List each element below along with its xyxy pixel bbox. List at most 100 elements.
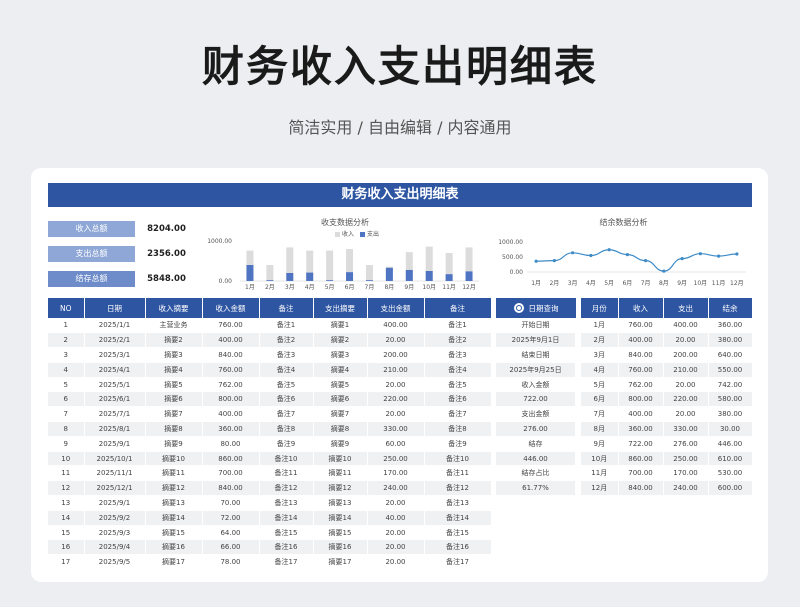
table-cell: 2025/11/1	[84, 465, 146, 482]
table-cell: 备注13	[259, 495, 314, 511]
table-cell: 2025/9/5	[84, 554, 146, 571]
table-cell: 2025/7/1	[84, 406, 146, 423]
table-cell: 20.00	[367, 554, 425, 571]
summary-label: 收入总额	[48, 221, 135, 237]
table-cell: 摘要9	[145, 436, 203, 452]
query-cell: 开始日期	[496, 318, 576, 334]
table-row: 2月 400.00 20.00 380.00	[581, 332, 753, 349]
balance-point	[552, 259, 556, 263]
expense-bar	[445, 274, 453, 281]
table-cell: 摘要17	[313, 554, 368, 571]
table-cell: 备注10	[259, 451, 314, 467]
balance-point	[589, 253, 593, 258]
table-cell: 摘要15	[313, 525, 368, 541]
table-cell: 400.00	[367, 318, 425, 334]
table-cell: 13	[48, 495, 85, 511]
table-row: 15 2025/9/3 摘要15 64.00 备注15 摘要15 20.00 备注15	[48, 525, 492, 541]
table-cell: 12月	[581, 480, 619, 497]
sheet-banner: 财务收入支出明细表	[48, 183, 752, 207]
table-cell: 20.00	[367, 332, 425, 349]
table-cell: 2025/2/1	[84, 332, 146, 349]
line-x-tick-label: 9月	[677, 280, 687, 287]
page-title: 财务收入支出明细表	[201, 42, 598, 91]
table-cell: 备注6	[424, 391, 492, 408]
table-cell: 2025/5/1	[84, 377, 146, 393]
table-cell: 170.00	[663, 465, 709, 482]
bar-x-tick-label: 3月	[285, 284, 295, 290]
table-cell: 6月	[581, 391, 619, 408]
bar-x-tick-label: 5月	[325, 284, 335, 290]
table-row: 10 2025/10/1 摘要10 860.00 备注10 摘要10 250.00 备注10	[48, 451, 492, 467]
line-x-tick-label: 12月	[730, 280, 744, 287]
table-cell: 摘要7	[145, 406, 203, 423]
summary-balance: 结存总额 5848.00	[48, 270, 198, 288]
expense-bar	[346, 272, 354, 281]
table-row: 5月 762.00 20.00 742.00	[581, 377, 753, 393]
bar-x-tick-label: 4月	[305, 284, 315, 290]
detail-header-cell: 收入金额	[202, 298, 260, 318]
table-row: 9月 722.00 276.00 446.00	[581, 436, 753, 452]
date-query-title: 日期查询	[528, 303, 559, 313]
line-x-tick-label: 7月	[641, 280, 651, 287]
table-cell: 摘要3	[145, 347, 203, 363]
expense-bar	[385, 267, 393, 281]
query-cell: 2025年9月25日	[496, 362, 576, 378]
table-cell: 摘要5	[313, 377, 368, 393]
line-x-tick-label: 11月	[712, 280, 726, 287]
table-row: 10月 860.00 250.00 610.00	[581, 451, 753, 467]
query-row: 722.00	[496, 391, 576, 408]
summary-income: 收入总额 8204.00	[48, 220, 198, 238]
table-cell: 860.00	[202, 451, 260, 467]
table-cell: 摘要17	[145, 554, 203, 571]
table-cell: 备注11	[259, 465, 314, 482]
table-cell: 840.00	[202, 347, 260, 363]
table-row: 4月 760.00 210.00 550.00	[581, 362, 753, 378]
table-cell: 762.00	[618, 377, 664, 393]
table-cell: 摘要2	[313, 332, 368, 349]
detail-header-cell: 支出摘要	[313, 298, 368, 318]
table-cell: 摘要7	[313, 406, 368, 423]
balance-point	[735, 252, 739, 256]
table-row: 16 2025/9/4 摘要16 66.00 备注16 摘要16 20.00 备注16	[48, 539, 492, 556]
table-cell: 760.00	[202, 318, 260, 334]
table-cell: 2	[48, 332, 85, 349]
table-cell: 760.00	[202, 362, 260, 378]
table-cell: 2025/1/1	[84, 318, 146, 334]
table-cell: 备注7	[259, 406, 314, 423]
table-cell: 备注11	[424, 465, 492, 482]
table-cell: 摘要13	[313, 495, 368, 511]
line-x-tick-label: 8月	[659, 280, 669, 287]
expense-bar	[365, 280, 373, 281]
table-cell: 400.00	[202, 406, 260, 423]
table-cell: 200.00	[663, 347, 709, 363]
expense-bar	[465, 271, 473, 281]
line-y-tick-label: 500.00	[502, 254, 523, 261]
table-cell: 20.00	[367, 377, 425, 393]
table-cell: 摘要3	[313, 347, 368, 363]
query-row: 2025年9月1日	[496, 332, 576, 349]
table-cell: 400.00	[663, 318, 709, 334]
summary-panel: 收入总额 8204.00 支出总额 2356.00 结存总额 5848.00	[48, 220, 198, 295]
table-cell: 72.00	[202, 510, 260, 526]
table-row: 6 2025/6/1 摘要6 800.00 备注6 摘要6 220.00 备注6	[48, 391, 492, 408]
table-cell: 1月	[581, 318, 619, 334]
bar-x-tick-label: 1月	[245, 284, 255, 290]
balance-line	[536, 249, 737, 272]
bar-y-tick-label: 1000.00	[207, 238, 232, 245]
table-cell: 摘要6	[313, 391, 368, 408]
table-cell: 800.00	[202, 391, 260, 408]
table-cell: 备注7	[424, 406, 492, 423]
table-row: 17 2025/9/5 摘要17 78.00 备注17 摘要17 20.00 备注17	[48, 554, 492, 571]
table-cell: 20.00	[367, 495, 425, 511]
query-row: 446.00	[496, 451, 576, 467]
table-cell: 20.00	[663, 406, 709, 423]
table-cell: 700.00	[618, 465, 664, 482]
table-cell: 备注16	[259, 539, 314, 556]
table-cell: 2025/9/2	[84, 510, 146, 526]
table-cell: 330.00	[663, 421, 709, 437]
table-cell: 7	[48, 406, 85, 423]
table-cell: 80.00	[202, 436, 260, 452]
table-cell: 60.00	[367, 436, 425, 452]
line-x-tick-label: 6月	[622, 280, 632, 287]
line-x-tick-label: 1月	[531, 280, 541, 287]
